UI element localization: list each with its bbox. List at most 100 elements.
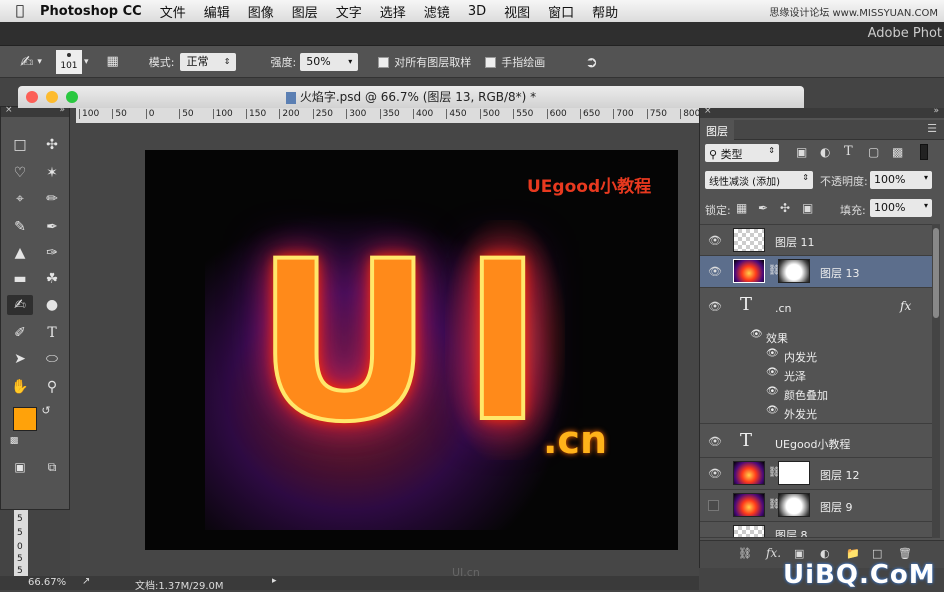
layers-scrollbar[interactable] <box>932 224 940 538</box>
scrollbar-thumb[interactable] <box>933 228 939 318</box>
menu-select[interactable]: 选择 <box>380 2 406 21</box>
menu-help[interactable]: 帮助 <box>592 2 618 21</box>
mode-select[interactable]: 正常 ⇕ <box>180 52 237 71</box>
brush-picker-chevron-icon[interactable]: ▾ <box>84 57 89 67</box>
filter-pixel-icon[interactable]: ▣ <box>796 145 807 159</box>
collapse-icon[interactable]: » <box>933 106 939 116</box>
menu-view[interactable]: 视图 <box>504 2 530 21</box>
screen-mode-icon[interactable]: ⧉ <box>39 457 65 477</box>
close-window-icon[interactable] <box>26 91 38 103</box>
menu-edit[interactable]: 编辑 <box>204 2 230 21</box>
visibility-eye-icon[interactable]: 👁 <box>750 329 763 340</box>
layer-row-cn[interactable]: 👁 T .cn fx 👁 效果 👁 内发光 👁 光泽 👁 颜色叠加 👁 外发光 <box>700 288 932 424</box>
link-layers-icon[interactable]: ⛓ <box>738 547 752 560</box>
smudge-tool-button-icon[interactable]: ✍ <box>7 295 33 315</box>
menu-filter[interactable]: 滤镜 <box>424 2 450 21</box>
menu-layer[interactable]: 图层 <box>292 2 318 21</box>
visibility-eye-icon[interactable]: 👁 <box>708 234 722 247</box>
finger-painting-checkbox[interactable]: 手指绘画 <box>485 54 545 70</box>
clone-stamp-tool-icon[interactable]: ▲ <box>7 243 33 263</box>
visibility-eye-icon[interactable]: 👁 <box>708 435 722 448</box>
strength-field[interactable]: 50% ▾ <box>300 52 359 71</box>
swap-colors-icon[interactable]: ↺ <box>39 401 53 421</box>
export-icon[interactable]: ↗ <box>82 576 90 587</box>
new-adjustment-icon[interactable]: ◐ <box>820 547 830 560</box>
effect-outer-glow[interactable]: 外发光 <box>784 406 817 422</box>
visibility-eye-icon[interactable]: 👁 <box>708 300 722 313</box>
hand-tool-icon[interactable]: ✋ <box>7 377 33 397</box>
new-group-icon[interactable]: 📁 <box>846 547 860 560</box>
effect-satin[interactable]: 光泽 <box>784 368 806 384</box>
close-icon[interactable]: × <box>704 106 712 116</box>
zoom-level[interactable]: 66.67% <box>28 577 66 588</box>
dodge-tool-icon[interactable]: ● <box>39 295 65 315</box>
layer-row-13[interactable]: 👁 ⛓ 图层 13 <box>700 256 932 288</box>
document-canvas[interactable]: UI .cn UEgood小教程 <box>145 150 678 550</box>
healing-brush-tool-icon[interactable]: ✎ <box>7 217 33 237</box>
apple-icon[interactable]:  <box>0 3 40 19</box>
history-brush-tool-icon[interactable]: ✑ <box>39 243 65 263</box>
filter-type-icon[interactable]: T <box>844 144 853 159</box>
visibility-eye-icon[interactable]: 👁 <box>766 348 779 359</box>
menu-image[interactable]: 图像 <box>248 2 274 21</box>
filter-adjustment-icon[interactable]: ◐ <box>820 145 830 159</box>
panel-menu-icon[interactable]: ☰ <box>927 122 937 135</box>
vertical-ruler[interactable]: 5 5 0 5 5 <box>14 510 28 576</box>
sample-all-layers-checkbox[interactable]: 对所有图层取样 <box>378 54 471 70</box>
tools-panel-header[interactable]: ×» <box>1 105 69 117</box>
layer-row-8[interactable]: 图层 8 <box>700 522 932 538</box>
menu-3d[interactable]: 3D <box>468 4 486 19</box>
add-style-fx-icon[interactable]: fx. <box>766 546 781 560</box>
smudge-tool-icon[interactable]: ✍ <box>20 52 33 71</box>
tool-preset-chevron-icon[interactable]: ▾ <box>37 57 42 67</box>
layer-row-12[interactable]: 👁 ⛓ 图层 12 <box>700 458 932 490</box>
opacity-field[interactable]: 100% ▾ <box>870 171 932 189</box>
status-menu-icon[interactable]: ▸ <box>272 576 277 586</box>
path-selection-tool-icon[interactable]: ➤ <box>7 349 33 369</box>
new-layer-icon[interactable]: □ <box>872 547 882 560</box>
move-tool-icon[interactable]: ✣ <box>39 135 65 155</box>
foreground-color-swatch[interactable] <box>13 407 37 431</box>
ellipse-tool-icon[interactable]: ⬭ <box>39 349 65 369</box>
visibility-eye-icon[interactable]: 👁 <box>766 386 779 397</box>
zoom-window-icon[interactable] <box>66 91 78 103</box>
brush-tool-icon[interactable]: ✒ <box>39 217 65 237</box>
fill-field[interactable]: 100% ▾ <box>870 199 932 217</box>
delete-layer-icon[interactable]: 🗑 <box>898 547 912 560</box>
magic-wand-tool-icon[interactable]: ✶ <box>39 163 65 183</box>
lock-position-icon[interactable]: ✣ <box>780 201 790 215</box>
pressure-icon[interactable]: ➲ <box>585 53 598 71</box>
layer-row-9[interactable]: ⛓ 图层 9 <box>700 490 932 522</box>
menu-file[interactable]: 文件 <box>160 2 186 21</box>
tab-layers[interactable]: 图层 <box>700 120 734 140</box>
zoom-tool-icon[interactable]: ⚲ <box>39 377 65 397</box>
filter-toggle[interactable] <box>920 144 928 160</box>
marquee-tool-icon[interactable]: □ <box>7 135 33 155</box>
horizontal-ruler[interactable]: 100 50 0 50 100 150 200 250 300 350 400 450 500 550 60… <box>76 108 699 123</box>
document-window-titlebar[interactable]: 火焰字.psd @ 66.7% (图层 13, RGB/8*) * <box>18 86 804 108</box>
quick-mask-icon[interactable]: ▣ <box>7 457 33 477</box>
visibility-eye-icon[interactable]: 👁 <box>766 405 779 416</box>
layer-row-11[interactable]: 👁 图层 11 <box>700 224 932 256</box>
type-tool-icon[interactable]: T <box>39 323 65 343</box>
pen-tool-icon[interactable]: ✐ <box>7 323 33 343</box>
add-mask-icon[interactable]: ▣ <box>794 547 804 560</box>
visibility-eye-icon[interactable]: 👁 <box>708 467 722 480</box>
brush-size-picker[interactable]: 101 <box>55 49 82 74</box>
paint-bucket-tool-icon[interactable]: ☘ <box>39 269 65 289</box>
filter-kind-select[interactable]: ⚲ 类型 ⇕ <box>705 144 779 162</box>
visibility-toggle-off[interactable] <box>708 500 719 511</box>
visibility-eye-icon[interactable]: 👁 <box>708 265 722 278</box>
effect-color-overlay[interactable]: 颜色叠加 <box>784 387 828 403</box>
lock-transparent-icon[interactable]: ▦ <box>736 201 747 215</box>
crop-tool-icon[interactable]: ⌖ <box>7 189 33 209</box>
close-icon[interactable]: × <box>5 105 13 115</box>
layers-panel-topbar[interactable]: ×» <box>700 106 944 118</box>
lasso-tool-icon[interactable]: ♡ <box>7 163 33 183</box>
effect-inner-glow[interactable]: 内发光 <box>784 349 817 365</box>
lock-image-icon[interactable]: ✒ <box>758 201 768 215</box>
visibility-eye-icon[interactable]: 👁 <box>766 367 779 378</box>
minimize-window-icon[interactable] <box>46 91 58 103</box>
eraser-tool-icon[interactable]: ▬ <box>7 269 33 289</box>
filter-shape-icon[interactable]: ▢ <box>868 145 879 159</box>
